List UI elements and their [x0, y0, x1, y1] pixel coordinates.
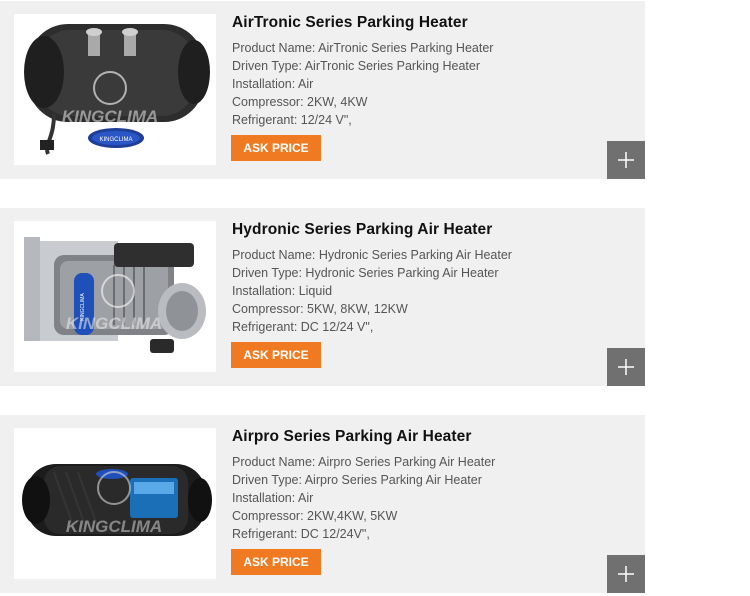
expand-button[interactable]: [607, 348, 645, 386]
product-specs: Product Name: Hydronic Series Parking Ai…: [232, 246, 512, 336]
spec-product-name: Product Name: Airpro Series Parking Air …: [232, 455, 496, 469]
product-image[interactable]: KINGCLIMA KINGCLIMA: [14, 14, 216, 165]
spec-driven-type: Driven Type: Hydronic Series Parking Air…: [232, 266, 499, 280]
spec-refrigerant: Refrigerant: DC 12/24 V",: [232, 320, 374, 334]
spec-driven-type: Driven Type: Airpro Series Parking Air H…: [232, 473, 482, 487]
product-image[interactable]: KINGCLIMA: [14, 428, 216, 579]
spec-installation: Installation: Air: [232, 77, 314, 91]
product-specs: Product Name: AirTronic Series Parking H…: [232, 39, 493, 129]
spec-driven-type: Driven Type: AirTronic Series Parking He…: [232, 59, 481, 73]
svg-text:KINGCLIMA: KINGCLIMA: [62, 107, 158, 126]
product-card: KINGCLIMA KINGCLIMA Hydronic Series Park…: [0, 208, 645, 386]
svg-text:KINGCLIMA: KINGCLIMA: [66, 517, 162, 536]
logo-watermark: KINGCLIMA: [99, 137, 132, 143]
product-title[interactable]: Airpro Series Parking Air Heater: [232, 428, 472, 446]
product-image[interactable]: KINGCLIMA KINGCLIMA: [14, 221, 216, 372]
spec-installation: Installation: Liquid: [232, 284, 333, 298]
expand-button[interactable]: [607, 555, 645, 593]
ask-price-button[interactable]: ASK PRICE: [231, 342, 321, 368]
ask-price-button[interactable]: ASK PRICE: [231, 135, 321, 161]
spec-compressor: Compressor: 2KW,4KW, 5KW: [232, 509, 398, 523]
plus-icon: [618, 359, 634, 375]
product-title[interactable]: AirTronic Series Parking Heater: [232, 14, 468, 32]
spec-product-name: Product Name: AirTronic Series Parking H…: [232, 41, 494, 55]
spec-refrigerant: Refrigerant: DC 12/24V",: [232, 527, 370, 541]
spec-compressor: Compressor: 2KW, 4KW: [232, 95, 368, 109]
spec-product-name: Product Name: Hydronic Series Parking Ai…: [232, 248, 512, 262]
spec-installation: Installation: Air: [232, 491, 314, 505]
expand-button[interactable]: [607, 141, 645, 179]
svg-text:KINGCLIMA: KINGCLIMA: [66, 314, 162, 333]
plus-icon: [618, 152, 634, 168]
product-specs: Product Name: Airpro Series Parking Air …: [232, 453, 495, 543]
spec-refrigerant: Refrigerant: 12/24 V",: [232, 113, 352, 127]
spec-compressor: Compressor: 5KW, 8KW, 12KW: [232, 302, 408, 316]
product-card: KINGCLIMA Airpro Series Parking Air Heat…: [0, 415, 645, 593]
plus-icon: [618, 566, 634, 582]
product-title[interactable]: Hydronic Series Parking Air Heater: [232, 221, 492, 239]
ask-price-button[interactable]: ASK PRICE: [231, 549, 321, 575]
product-card: KINGCLIMA KINGCLIMA AirTronic Series Par…: [0, 1, 645, 179]
